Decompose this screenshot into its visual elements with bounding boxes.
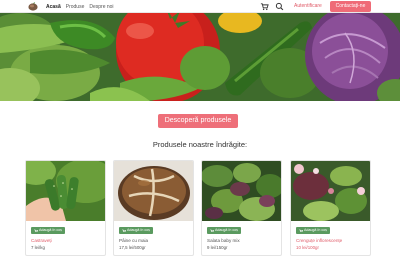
nav-link-despre-noi[interactable]: Despre noi xyxy=(89,4,113,10)
add-to-cart-button[interactable]: Adaugă în coș xyxy=(119,227,153,234)
discover-products-button[interactable]: Descoperă produsele xyxy=(158,114,238,128)
contact-button[interactable]: Contactați-ne xyxy=(330,1,371,12)
add-to-cart-label: Adaugă în coș xyxy=(127,228,150,232)
cart-icon[interactable] xyxy=(260,2,269,11)
nav-link-produse[interactable]: Produse xyxy=(66,4,85,10)
add-to-cart-label: Adaugă în coș xyxy=(215,228,238,232)
sourdough-bread-image xyxy=(114,161,193,221)
search-icon[interactable] xyxy=(275,2,284,11)
section-title: Produsele noastre îndrăgite: xyxy=(152,140,248,149)
add-to-cart-label: Adaugă în coș xyxy=(39,228,62,232)
nav-link-acasa[interactable]: Acasă xyxy=(46,4,61,10)
add-to-cart-label: Adaugă în coș xyxy=(304,228,327,232)
cart-mini-icon xyxy=(299,229,303,232)
product-name[interactable]: Salata baby mix xyxy=(207,238,240,243)
cucumbers-image xyxy=(26,161,105,221)
product-price: 7 lei/kg xyxy=(31,245,45,250)
login-link[interactable]: Autentificare xyxy=(294,0,322,13)
cart-mini-icon xyxy=(34,229,38,232)
product-card[interactable]: Adaugă în coș Castraveți 7 lei/kg xyxy=(25,160,106,256)
page: Acasă Produse Despre noi Autentificare C… xyxy=(0,0,400,270)
cart-mini-icon xyxy=(122,229,126,232)
baby-salad-mix-image xyxy=(202,161,281,221)
product-name[interactable]: Crenguțe inflorescențe xyxy=(296,238,342,243)
product-price: 10 lei/100gr xyxy=(296,245,319,250)
cart-mini-icon xyxy=(210,229,214,232)
product-price: 17,5 lei/500gr xyxy=(119,245,146,250)
add-to-cart-button[interactable]: Adaugă în coș xyxy=(31,227,65,234)
add-to-cart-button[interactable]: Adaugă în coș xyxy=(207,227,241,234)
nav-links: Acasă Produse Despre noi xyxy=(46,0,114,13)
product-name[interactable]: Castraveți xyxy=(31,238,52,243)
product-name[interactable]: Pâine cu maia xyxy=(119,238,148,243)
microgreens-image xyxy=(291,161,370,221)
product-card[interactable]: Adaugă în coș Crenguțe inflorescențe 10 … xyxy=(290,160,371,256)
navbar: Acasă Produse Despre noi Autentificare C… xyxy=(0,0,400,13)
product-card[interactable]: Adaugă în coș Pâine cu maia 17,5 lei/500… xyxy=(113,160,194,256)
product-price: 9 lei/150gr xyxy=(207,245,228,250)
add-to-cart-button[interactable]: Adaugă în coș xyxy=(296,227,330,234)
logo-icon[interactable] xyxy=(28,2,38,11)
product-card[interactable]: Adaugă în coș Salata baby mix 9 lei/150g… xyxy=(201,160,282,256)
hero-vegetables-image xyxy=(0,13,400,101)
